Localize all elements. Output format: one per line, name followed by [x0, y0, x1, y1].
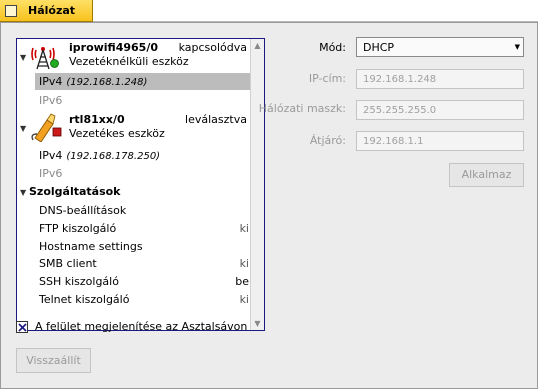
gateway-label: Átjáró:: [309, 134, 346, 147]
ipv6-item-wifi[interactable]: IPv6: [39, 94, 62, 107]
service-status: ki: [239, 222, 249, 235]
title-bar[interactable]: Hálózat: [0, 0, 538, 22]
service-name: FTP kiszolgáló: [39, 222, 117, 235]
collapse-arrow-icon[interactable]: ▼: [20, 188, 26, 197]
service-name: Hostname settings: [39, 240, 143, 253]
service-item-ssh[interactable]: SSH kiszolgáló be: [39, 275, 249, 288]
apply-button[interactable]: Alkalmaz: [449, 163, 524, 187]
ip-address-label: IP-cím:: [308, 72, 346, 85]
connected-status-icon: [50, 59, 59, 68]
scroll-down-arrow-icon[interactable]: ▼: [251, 317, 264, 330]
ipv6-label: IPv6: [39, 94, 63, 107]
show-in-deskbar-label[interactable]: A felület megjelenítése az Asztalsávon: [35, 320, 247, 333]
gateway-field[interactable]: 192.168.1.1: [356, 131, 524, 151]
mode-label: Mód:: [319, 41, 346, 54]
network-preferences-window: ▼ iprowifi4965/0 kapcsolódva Vezetéknélk…: [0, 22, 538, 389]
ipv4-item-wifi[interactable]: IPv4 (192.168.1.248): [39, 75, 147, 88]
service-status: be: [235, 275, 249, 288]
device-type: Vezetékes eszköz: [69, 127, 165, 140]
device-name: iprowifi4965/0: [69, 41, 158, 54]
show-in-deskbar-checkbox[interactable]: [16, 321, 28, 333]
collapse-arrow-icon[interactable]: ▼: [20, 124, 26, 133]
device-type: Vezetéknélküli eszköz: [69, 55, 189, 68]
ip-address-field[interactable]: 192.168.1.248: [356, 69, 524, 89]
ipv4-address: (192.168.178.250): [66, 151, 161, 162]
service-item-dns[interactable]: DNS-beállítások: [39, 204, 249, 217]
service-status: ki: [239, 257, 249, 270]
chevron-down-icon: ▼: [514, 43, 520, 51]
service-status: ki: [239, 293, 249, 306]
ipv4-label: IPv4: [39, 75, 63, 88]
ipv4-label: IPv4: [39, 149, 63, 162]
netmask-label: Hálózati maszk:: [258, 102, 346, 115]
mode-value: DHCP: [363, 41, 395, 54]
ipv4-address: (192.168.1.248): [66, 77, 148, 88]
device-name: rtl81xx/0: [69, 113, 125, 126]
netmask-field[interactable]: 255.255.255.0: [356, 100, 524, 120]
collapse-arrow-icon[interactable]: ▼: [20, 53, 26, 62]
service-name: DNS-beállítások: [39, 204, 127, 217]
disconnected-status-icon: [52, 127, 62, 137]
window-tab[interactable]: Hálózat: [0, 0, 93, 22]
ipv6-item-ethernet[interactable]: IPv6: [39, 167, 62, 180]
service-item-ftp[interactable]: FTP kiszolgáló ki: [39, 222, 249, 235]
ipv6-label: IPv6: [39, 167, 63, 180]
window-title: Hálózat: [28, 4, 76, 17]
mode-select[interactable]: DHCP ▼: [356, 37, 524, 57]
service-name: SMB client: [39, 257, 97, 270]
service-item-telnet[interactable]: Telnet kiszolgáló ki: [39, 293, 249, 306]
revert-button[interactable]: Visszaállít: [16, 348, 91, 373]
service-name: SSH kiszolgáló: [39, 275, 119, 288]
close-icon[interactable]: [5, 5, 17, 17]
ipv4-item-ethernet[interactable]: IPv4 (192.168.178.250): [39, 149, 160, 162]
service-item-hostname[interactable]: Hostname settings: [39, 240, 249, 253]
service-item-smb[interactable]: SMB client ki: [39, 257, 249, 270]
services-header[interactable]: Szolgáltatások: [29, 185, 121, 198]
service-name: Telnet kiszolgáló: [39, 293, 130, 306]
checkmark-icon: [18, 323, 27, 332]
